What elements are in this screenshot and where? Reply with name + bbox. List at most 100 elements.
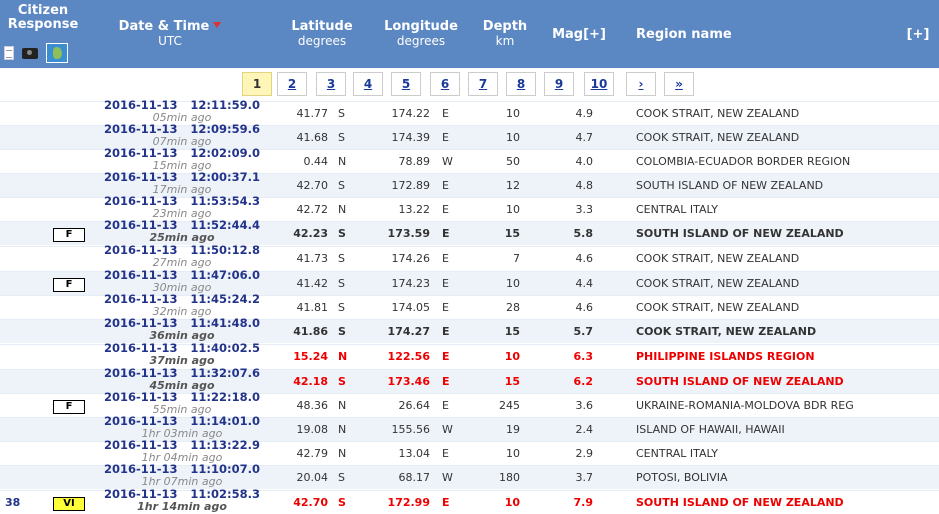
- expand-columns-button[interactable]: [+]: [898, 28, 938, 42]
- page-6-link[interactable]: 6: [430, 72, 460, 96]
- page-7-link[interactable]: 7: [468, 72, 498, 96]
- region-name[interactable]: COOK STRAIT, NEW ZEALAND: [636, 296, 896, 320]
- magnitude-value: 2.9: [575, 447, 594, 460]
- depth-value: 15: [504, 325, 520, 338]
- felt-report-badge[interactable]: VI: [53, 497, 85, 511]
- region-name[interactable]: ISLAND OF HAWAII, HAWAII: [636, 418, 896, 442]
- lat-hemisphere: N: [338, 399, 347, 412]
- table-row[interactable]: 2016-11-13 11:41:48.0 36min ago 41.86 S 174.2…: [0, 317, 939, 344]
- lat-hemisphere: S: [338, 375, 346, 388]
- region-name[interactable]: COOK STRAIT, NEW ZEALAND: [636, 320, 896, 344]
- response-label: Response: [7, 17, 79, 32]
- page-9-link[interactable]: 9: [544, 72, 574, 96]
- table-row[interactable]: 2016-11-13 11:52:44.4 25min ago 42.23 S 173.5…: [0, 219, 939, 246]
- latitude-value: 41.68: [296, 131, 329, 144]
- map-icon[interactable]: [46, 43, 68, 63]
- lon-hemisphere: E: [442, 325, 450, 338]
- longitude-value: 13.22: [398, 203, 431, 216]
- depth-header: Depth km: [480, 19, 530, 49]
- next-page-link[interactable]: ›: [626, 72, 656, 96]
- region-name[interactable]: SOUTH ISLAND OF NEW ZEALAND: [636, 370, 896, 394]
- page-3-link[interactable]: 3: [316, 72, 346, 96]
- region-name[interactable]: SOUTH ISLAND OF NEW ZEALAND: [636, 174, 896, 198]
- lat-hemisphere: N: [338, 423, 347, 436]
- region-name[interactable]: SOUTH ISLAND OF NEW ZEALAND: [636, 491, 896, 514]
- depth-value: 7: [513, 252, 520, 265]
- magnitude-value: 7.9: [573, 496, 594, 509]
- region-name[interactable]: COOK STRAIT, NEW ZEALAND: [636, 247, 896, 271]
- region-name[interactable]: COOK STRAIT, NEW ZEALAND: [636, 102, 896, 126]
- depth-value: 10: [506, 447, 520, 460]
- longitude-value: 172.99: [387, 496, 430, 509]
- lat-hemisphere: S: [338, 496, 346, 509]
- region-name[interactable]: COOK STRAIT, NEW ZEALAND: [636, 272, 896, 296]
- datetime-header[interactable]: Date & Time UTC: [110, 20, 230, 48]
- pagination: 1 2 3 4 5 6 7 8 9 10 › »: [0, 72, 939, 98]
- page-1-link[interactable]: 1: [242, 72, 272, 96]
- lon-hemisphere: E: [442, 399, 449, 412]
- table-row[interactable]: 2016-11-13 11:10:07.0 1hr 07min ago 20.04 S 6…: [0, 463, 939, 490]
- magnitude-value: 6.2: [573, 375, 594, 388]
- lon-hemisphere: E: [442, 277, 449, 290]
- testimony-count[interactable]: 38: [5, 491, 20, 514]
- mag-label[interactable]: Mag[+]: [552, 27, 606, 42]
- latitude-unit: degrees: [297, 34, 347, 48]
- lon-hemisphere: W: [442, 423, 453, 436]
- datetime-label[interactable]: Date & Time: [119, 19, 210, 34]
- latitude-value: 41.42: [296, 277, 329, 290]
- lat-hemisphere: S: [338, 107, 345, 120]
- last-page-link[interactable]: »: [664, 72, 694, 96]
- region-name[interactable]: POTOSI, BOLIVIA: [636, 466, 896, 490]
- magnitude-value: 2.4: [575, 423, 594, 436]
- lat-hemisphere: S: [338, 471, 345, 484]
- latitude-value: 19.08: [296, 423, 329, 436]
- lon-hemisphere: E: [442, 203, 449, 216]
- table-row[interactable]: 2016-11-13 11:02:58.3 1hr 14min ago 42.70 S 1…: [0, 488, 939, 514]
- latitude-header: Latitude degrees: [282, 20, 362, 49]
- region-name[interactable]: SOUTH ISLAND OF NEW ZEALAND: [636, 222, 896, 246]
- page-8-link[interactable]: 8: [506, 72, 536, 96]
- depth-value: 15: [504, 375, 520, 388]
- lat-hemisphere: N: [338, 155, 347, 168]
- page-10-link[interactable]: 10: [584, 72, 614, 96]
- region-name[interactable]: CENTRAL ITALY: [636, 198, 896, 222]
- depth-value: 180: [499, 471, 520, 484]
- latitude-value: 42.18: [293, 375, 328, 388]
- expand-label[interactable]: [+]: [907, 27, 930, 42]
- region-name[interactable]: COLOMBIA-ECUADOR BORDER REGION: [636, 150, 896, 174]
- magnitude-value: 4.4: [575, 277, 594, 290]
- lat-hemisphere: S: [338, 325, 346, 338]
- felt-report-badge[interactable]: F: [53, 400, 85, 414]
- lat-hemisphere: S: [338, 227, 346, 240]
- document-icon[interactable]: [4, 46, 14, 60]
- depth-value: 19: [506, 423, 520, 436]
- region-header: Region name: [636, 28, 736, 42]
- page-4-link[interactable]: 4: [353, 72, 383, 96]
- mag-header[interactable]: Mag[+]: [548, 28, 610, 42]
- sort-desc-icon[interactable]: [213, 22, 222, 28]
- depth-unit: km: [495, 34, 515, 48]
- longitude-value: 174.22: [391, 107, 431, 120]
- region-name[interactable]: PHILIPPINE ISLANDS REGION: [636, 345, 896, 369]
- region-name[interactable]: CENTRAL ITALY: [636, 442, 896, 466]
- table-row[interactable]: 2016-11-13 11:50:12.8 27min ago 41.73 S 174.2…: [0, 244, 939, 271]
- region-name[interactable]: UKRAINE-ROMANIA-MOLDOVA BDR REG: [636, 394, 896, 418]
- lon-hemisphere: E: [442, 496, 450, 509]
- longitude-value: 174.27: [387, 325, 430, 338]
- depth-label: Depth: [482, 19, 528, 34]
- lon-hemisphere: E: [442, 107, 449, 120]
- depth-value: 10: [506, 107, 520, 120]
- magnitude-value: 5.7: [573, 325, 594, 338]
- felt-report-badge[interactable]: F: [53, 228, 85, 242]
- felt-report-badge[interactable]: F: [53, 278, 85, 292]
- latitude-value: 42.70: [296, 179, 329, 192]
- depth-value: 10: [506, 203, 520, 216]
- longitude-value: 13.04: [398, 447, 431, 460]
- depth-value: 12: [506, 179, 520, 192]
- latitude-value: 42.72: [296, 203, 329, 216]
- page-5-link[interactable]: 5: [391, 72, 421, 96]
- region-name[interactable]: COOK STRAIT, NEW ZEALAND: [636, 126, 896, 150]
- camera-icon[interactable]: [22, 47, 38, 59]
- page-2-link[interactable]: 2: [277, 72, 307, 96]
- table-row[interactable]: 2016-11-13 11:40:02.5 37min ago 15.24 N 122.5…: [0, 342, 939, 369]
